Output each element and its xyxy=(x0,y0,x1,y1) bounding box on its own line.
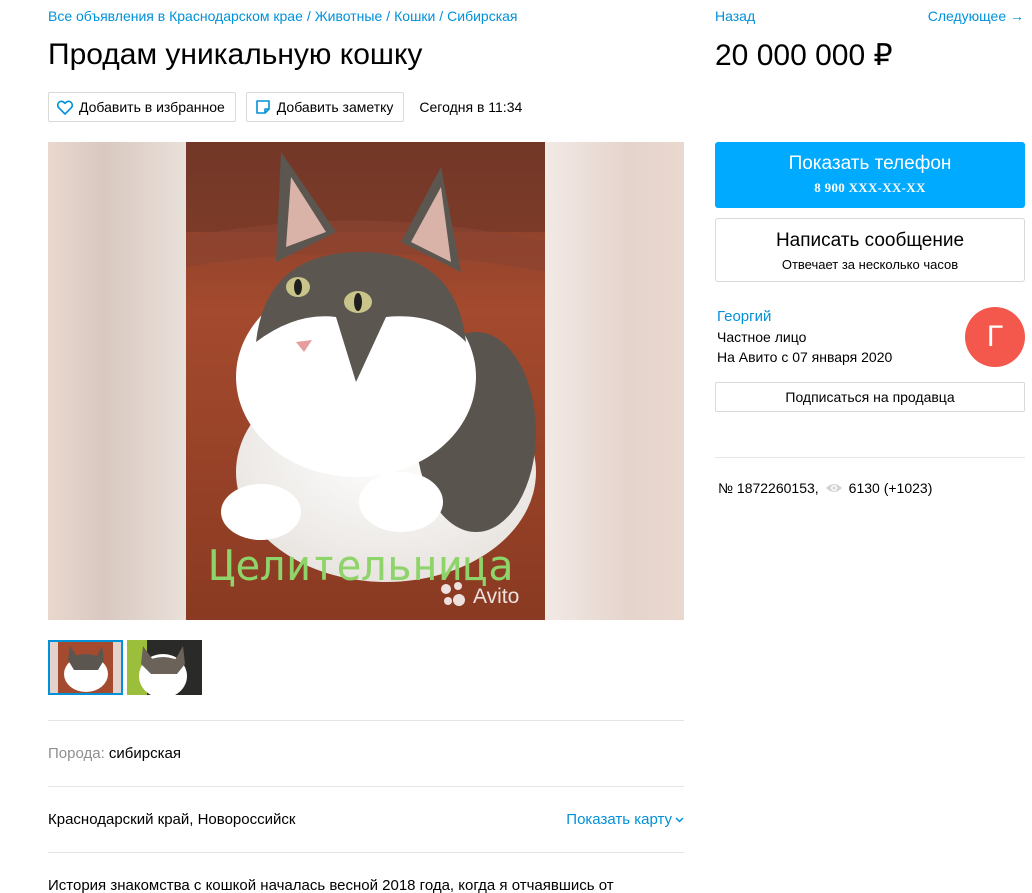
breadcrumb-separator: / xyxy=(386,8,391,24)
note-icon xyxy=(255,100,270,114)
view-count: 6130 (+1023) xyxy=(848,480,933,496)
description-text: История знакомства с кошкой началась вес… xyxy=(48,877,614,893)
seller-name[interactable]: Георгий xyxy=(717,308,771,325)
eye-icon xyxy=(825,484,842,492)
add-note-button[interactable]: Добавить заметку xyxy=(245,92,405,122)
price: 20 000 000 ₽ xyxy=(715,39,893,72)
add-to-favorites-label: Добавить в избранное xyxy=(79,99,225,115)
breadcrumb-item-siberian[interactable]: Сибирская xyxy=(447,8,517,24)
divider xyxy=(48,786,684,787)
add-to-favorites-button[interactable]: Добавить в избранное xyxy=(48,92,236,122)
seller-since: На Авито с 07 января 2020 xyxy=(717,349,893,365)
show-phone-button[interactable]: Показать телефон 8 900 XXX-XX-XX xyxy=(715,142,1025,208)
show-map-link[interactable]: Показать карту xyxy=(566,811,684,828)
main-photo: Целительница Avito xyxy=(186,142,545,620)
breadcrumb-item-animals[interactable]: Животные xyxy=(315,8,383,24)
photo-gallery[interactable]: Целительница Avito xyxy=(48,142,684,620)
avatar[interactable]: Г xyxy=(965,307,1025,367)
gallery-blur-left xyxy=(48,142,188,620)
subscribe-seller-button[interactable]: Подписаться на продавца xyxy=(715,382,1025,412)
add-note-label: Добавить заметку xyxy=(276,99,394,115)
param-breed: Порода: сибирская xyxy=(48,745,181,762)
thumbnail-1[interactable] xyxy=(48,640,123,695)
thumbnail-2[interactable] xyxy=(127,640,202,695)
show-map-label: Показать карту xyxy=(566,811,672,828)
write-message-button[interactable]: Написать сообщение Отвечает за несколько… xyxy=(715,218,1025,282)
param-breed-key: Порода: xyxy=(48,745,105,762)
divider xyxy=(715,457,1025,458)
heart-icon xyxy=(57,100,73,115)
phone-masked: 8 900 XXX-XX-XX xyxy=(814,180,926,195)
listing-date: Сегодня в 11:34 xyxy=(419,99,523,115)
listing-meta: № 1872260153, 6130 (+1023) xyxy=(718,480,932,496)
page-title: Продам уникальную кошку xyxy=(48,38,423,71)
show-phone-label: Показать телефон xyxy=(788,153,952,174)
photo-caption: Целительница xyxy=(210,541,513,590)
param-breed-value: сибирская xyxy=(108,745,181,762)
avito-watermark-text: Avito xyxy=(473,585,519,608)
response-time: Отвечает за несколько часов xyxy=(781,257,959,272)
subscribe-seller-label: Подписаться на продавца xyxy=(785,389,955,405)
listing-actions: Добавить в избранное Добавить заметку Се… xyxy=(48,92,522,122)
breadcrumb-separator: / xyxy=(439,8,444,24)
back-link[interactable]: Назад xyxy=(715,8,755,24)
divider xyxy=(48,852,684,853)
item-number: № 1872260153, xyxy=(718,480,819,496)
next-link[interactable]: Следующее → xyxy=(928,8,1024,24)
divider xyxy=(48,720,684,721)
thumbnail-strip xyxy=(48,640,202,695)
write-message-label: Написать сообщение xyxy=(775,230,965,251)
breadcrumb: Все объявления в Краснодарском крае / Живо… xyxy=(48,8,518,24)
chevron-down-icon xyxy=(675,816,684,823)
breadcrumb-item-cats[interactable]: Кошки xyxy=(394,8,435,24)
thumbnail-1-image xyxy=(48,640,123,695)
gallery-blur-right xyxy=(544,142,684,620)
breadcrumb-item-region[interactable]: Все объявления в Краснодарском крае xyxy=(48,8,303,24)
location-address: Краснодарский край, Новороссийск xyxy=(48,811,296,828)
thumbnail-2-image xyxy=(127,640,202,695)
seller-type: Частное лицо xyxy=(717,329,807,345)
breadcrumb-separator: / xyxy=(306,8,311,24)
